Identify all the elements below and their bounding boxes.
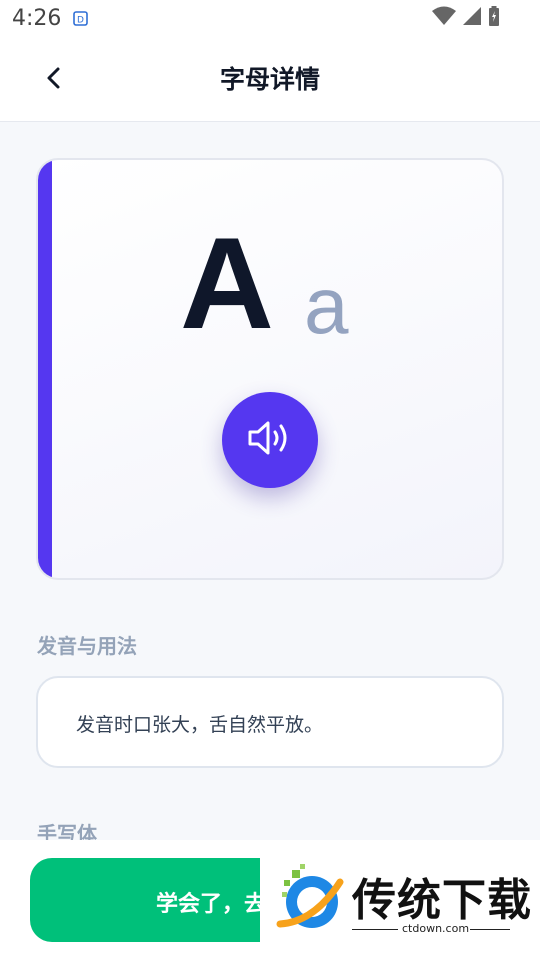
speaker-icon [246,418,294,462]
learned-button-label: 学会了，去 [156,892,267,917]
letter-card: A a [36,158,504,580]
svg-text:D: D [77,16,84,26]
wifi-icon [432,6,456,30]
signal-icon [462,6,482,30]
watermark-url: ctdown.com [402,922,470,935]
play-sound-button[interactable] [222,392,318,488]
watermark-rule-right [470,929,510,930]
pronunciation-card: 发音时口张大，舌自然平放。 [36,676,504,768]
lowercase-letter: a [304,261,349,350]
watermark-title: 传统下载 [352,875,532,926]
card-accent-bar [38,160,52,578]
watermark-rule-left [352,929,398,930]
watermark-logo-icon [274,864,346,936]
status-bar: 4:26 D [0,0,540,38]
uppercase-letter: A [180,210,274,356]
status-time: 4:26 [12,6,62,31]
battery-icon [488,6,500,30]
watermark: 传统下载 ctdown.com [260,858,540,946]
pronunciation-section-label: 发音与用法 [37,634,137,658]
pronunciation-text: 发音时口张大，舌自然平放。 [76,714,324,736]
status-icons [432,6,500,30]
app-bar: 字母详情 [0,38,540,122]
notification-icon: D [73,11,88,26]
page-title: 字母详情 [219,65,320,94]
